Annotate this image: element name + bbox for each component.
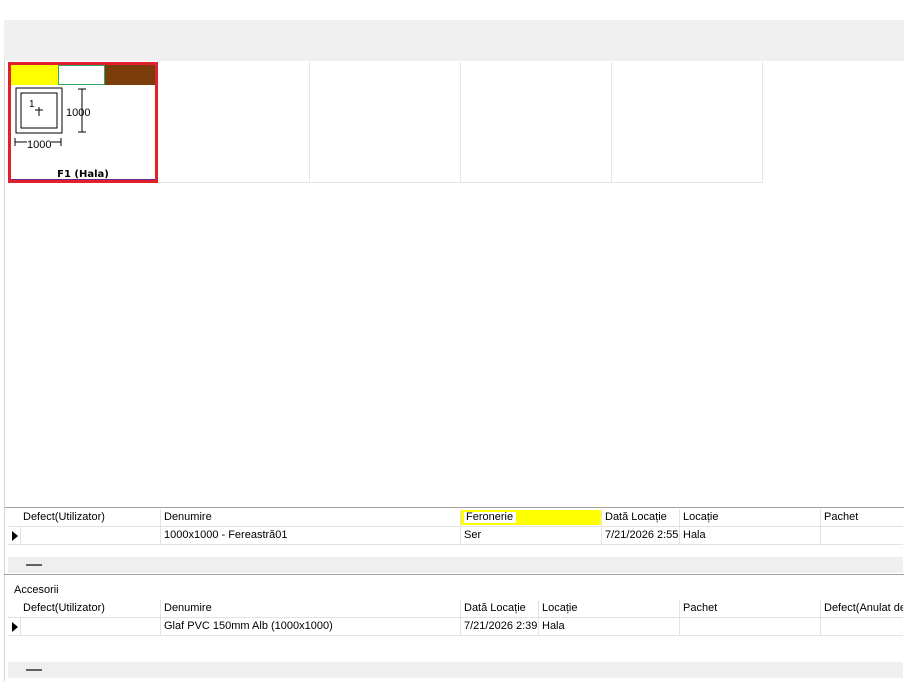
table-cell[interactable]: 1000x1000 - Fereastră01 [161,527,461,544]
column-header[interactable]: Defect(Anulat de [821,600,903,617]
table-cell[interactable] [20,527,161,544]
table-cell[interactable]: Ser [461,527,602,544]
window-item-tile[interactable]: 1 1000 1000 F1 (Hala) [8,62,158,183]
height-dimension: 1000 [66,107,91,119]
color-swatch-white [58,65,105,85]
empty-tile [612,62,763,183]
column-header[interactable]: Dată Locație [602,509,680,526]
column-header[interactable]: Defect(Utilizator) [20,509,161,526]
toolbar-band [4,20,904,61]
column-header[interactable]: Pachet [680,600,821,617]
minus-icon[interactable] [26,669,42,671]
column-header[interactable]: Pachet [821,509,903,526]
column-header-feronerie[interactable]: Feronerie [461,509,602,526]
table-row[interactable]: 1000x1000 - Fereastră01 Ser 7/21/2026 2:… [8,527,903,545]
grid-footer [8,662,903,678]
width-dimension: 1000 [27,139,52,151]
column-header[interactable]: Denumire [161,600,461,617]
feronerie-label: Feronerie [466,511,514,523]
table-cell[interactable]: 7/21/2026 2:55 [602,527,680,544]
column-header[interactable]: Denumire [161,509,461,526]
section-title: Accesorii [14,584,59,596]
grid-header: Defect(Utilizator) Denumire Dată Locație… [8,600,903,618]
table-cell[interactable] [821,527,903,544]
column-header[interactable]: Dată Locație [461,600,539,617]
column-header[interactable]: Locație [539,600,680,617]
color-swatch-brown [105,65,155,85]
tile-underline [11,179,155,180]
table-cell[interactable] [821,618,903,635]
current-row-icon [12,531,18,541]
grid-footer [8,557,903,573]
column-header[interactable]: Locație [680,509,821,526]
empty-tile [158,62,310,183]
table-cell[interactable] [680,618,821,635]
sash-number: 1 [29,99,35,110]
table-cell[interactable] [20,618,161,635]
grid-header: Defect(Utilizator) Denumire Feronerie Da… [8,509,903,527]
color-swatch-yellow [11,65,58,85]
table-row[interactable]: Glaf PVC 150mm Alb (1000x1000) 7/21/2026… [8,618,903,636]
left-border [4,61,5,681]
empty-tile [461,62,612,183]
table-cell[interactable]: Glaf PVC 150mm Alb (1000x1000) [161,618,461,635]
empty-tile [310,62,461,183]
column-header[interactable]: Defect(Utilizator) [20,600,161,617]
table-cell[interactable]: 7/21/2026 2:39 [461,618,539,635]
minus-icon[interactable] [26,564,42,566]
section-divider [4,574,904,575]
table-cell[interactable]: Hala [680,527,821,544]
table-cell[interactable]: Hala [539,618,680,635]
current-row-icon [12,622,18,632]
